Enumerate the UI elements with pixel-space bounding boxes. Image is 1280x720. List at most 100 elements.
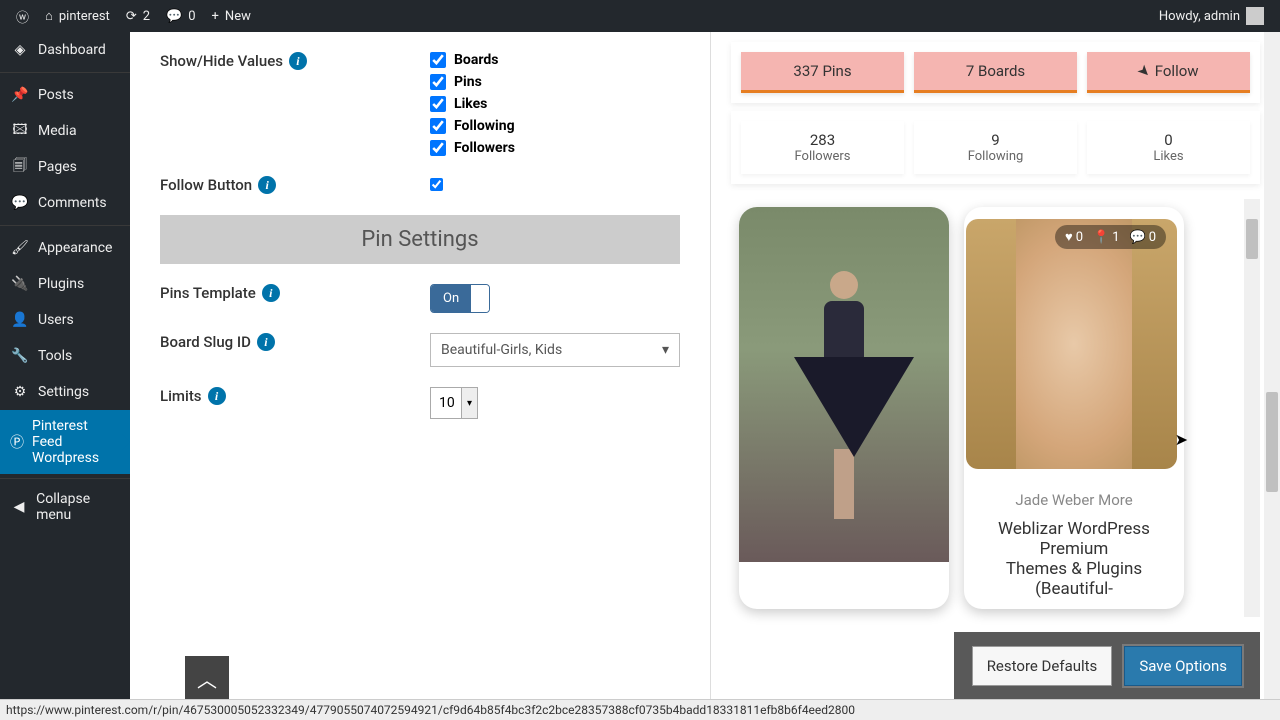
info-icon[interactable]: i: [208, 387, 226, 405]
pin-hearts: ♥0: [1065, 229, 1083, 245]
preview-scrollbar[interactable]: [1244, 199, 1260, 617]
stat-pins[interactable]: 337 Pins: [741, 52, 904, 93]
collapse-icon: ◀: [10, 497, 28, 517]
comment-icon: 💬: [166, 9, 182, 24]
save-options-button[interactable]: Save Options: [1124, 646, 1242, 686]
menu-pinterest-feed[interactable]: ⓅPinterest Feed Wordpress: [0, 410, 130, 474]
menu-users[interactable]: 👤Users: [0, 302, 130, 338]
pin-icon: 📍: [1093, 230, 1109, 245]
menu-comments[interactable]: 💬Comments: [0, 185, 130, 221]
pin-image-1: [739, 207, 949, 562]
pins-template-toggle[interactable]: On: [430, 284, 490, 313]
info-icon[interactable]: i: [289, 52, 307, 70]
menu-posts[interactable]: 📌Posts: [0, 77, 130, 113]
stat-followers: 283Followers: [741, 121, 904, 174]
info-icon[interactable]: i: [258, 176, 276, 194]
dashboard-icon: ◈: [10, 40, 30, 60]
limits-label: Limits: [160, 387, 202, 405]
menu-plugins[interactable]: 🔌Plugins: [0, 266, 130, 302]
plugins-icon: 🔌: [10, 274, 30, 294]
plus-icon: +: [212, 9, 219, 24]
avatar: [1246, 7, 1264, 25]
pin-description: Weblizar WordPress PremiumThemes & Plugi…: [964, 519, 1184, 609]
follow-button-label: Follow Button: [160, 176, 252, 194]
appearance-icon: 🖌: [10, 238, 30, 258]
checkbox-pins[interactable]: Pins: [430, 74, 515, 90]
collapse-menu[interactable]: ◀Collapse menu: [0, 483, 130, 531]
media-icon: 🖾: [10, 121, 30, 141]
checkbox-boards[interactable]: Boards: [430, 52, 515, 68]
board-slug-label: Board Slug ID: [160, 333, 251, 351]
my-account[interactable]: Howdy, admin: [1151, 0, 1272, 32]
stats-bottom-row: 283Followers 9Following 0Likes: [731, 111, 1260, 184]
menu-pages[interactable]: 🗐Pages: [0, 149, 130, 185]
follow-button-row: Follow Button i: [160, 176, 680, 195]
follow-button[interactable]: ➤ Follow: [1087, 52, 1250, 93]
footer-buttons: Restore Defaults Save Options: [954, 632, 1260, 700]
pins-template-label: Pins Template: [160, 284, 256, 302]
updates[interactable]: ⟳2: [118, 0, 158, 32]
restore-defaults-button[interactable]: Restore Defaults: [972, 646, 1113, 686]
comments-icon: 💬: [10, 193, 30, 213]
main-content: Show/Hide Values i Boards Pins Likes Foll…: [130, 32, 1280, 720]
menu-settings[interactable]: ⚙Settings: [0, 374, 130, 410]
pin-image-2: ♥0 📍1 💬0: [976, 219, 1172, 469]
follow-button-checkbox[interactable]: [430, 178, 443, 191]
show-hide-label: Show/Hide Values: [160, 52, 283, 70]
stat-boards[interactable]: 7 Boards: [914, 52, 1077, 93]
checkbox-following[interactable]: Following: [430, 118, 515, 134]
admin-sidebar: ◈Dashboard 📌Posts 🖾Media 🗐Pages 💬Comment…: [0, 32, 130, 720]
menu-dashboard[interactable]: ◈Dashboard: [0, 32, 130, 68]
pin-settings-header: Pin Settings: [160, 215, 680, 264]
pin-icon: 📌: [10, 85, 30, 105]
menu-appearance[interactable]: 🖌Appearance: [0, 230, 130, 266]
info-icon[interactable]: i: [257, 333, 275, 351]
chevron-down-icon: ▾: [662, 342, 669, 358]
settings-column: Show/Hide Values i Boards Pins Likes Foll…: [130, 32, 710, 720]
stats-top-row: 337 Pins 7 Boards ➤ Follow: [731, 42, 1260, 103]
new-content[interactable]: +New: [204, 0, 259, 32]
pin-card-2[interactable]: ♥0 📍1 💬0 Jade Weber More Weblizar WordPr…: [964, 207, 1184, 609]
settings-icon: ⚙: [10, 382, 30, 402]
tools-icon: 🔧: [10, 346, 30, 366]
show-hide-row: Show/Hide Values i Boards Pins Likes Foll…: [160, 52, 680, 156]
admin-bar: ⓦ ⌂pinterest ⟳2 💬0 +New Howdy, admin: [0, 0, 1280, 32]
limits-row: Limitsi ▾: [160, 387, 680, 419]
site-name[interactable]: ⌂pinterest: [37, 0, 118, 32]
admin-bar-left: ⓦ ⌂pinterest ⟳2 💬0 +New: [8, 0, 259, 32]
refresh-icon: ⟳: [126, 9, 137, 24]
pins-area: ♥0 📍1 💬0 Jade Weber More Weblizar WordPr…: [731, 199, 1260, 617]
wordpress-icon: ⓦ: [16, 7, 29, 26]
pin-stats-overlay: ♥0 📍1 💬0: [1055, 225, 1166, 249]
paper-plane-icon: ➤: [1134, 60, 1156, 82]
pins-template-row: Pins Template i On: [160, 284, 680, 313]
comment-icon: 💬: [1130, 230, 1146, 245]
pin-repins: 📍1: [1093, 229, 1120, 245]
spinner-arrows-icon[interactable]: ▾: [461, 388, 477, 418]
checkbox-followers[interactable]: Followers: [430, 140, 515, 156]
checkbox-likes[interactable]: Likes: [430, 96, 515, 112]
page-scrollbar[interactable]: [1264, 32, 1280, 700]
preview-column: 337 Pins 7 Boards ➤ Follow 283Followers …: [710, 32, 1280, 720]
chevron-up-icon: ︿: [197, 664, 217, 693]
scroll-to-top-button[interactable]: ︿: [185, 656, 229, 700]
board-slug-row: Board Slug ID i Beautiful-Girls, Kids▾: [160, 333, 680, 367]
comments-count[interactable]: 💬0: [158, 0, 204, 32]
stat-following: 9Following: [914, 121, 1077, 174]
admin-bar-right: Howdy, admin: [1151, 0, 1272, 32]
heart-icon: ♥: [1065, 229, 1073, 245]
menu-media[interactable]: 🖾Media: [0, 113, 130, 149]
stat-likes: 0Likes: [1087, 121, 1250, 174]
menu-tools[interactable]: 🔧Tools: [0, 338, 130, 374]
pin-card-1[interactable]: [739, 207, 949, 609]
pages-icon: 🗐: [10, 157, 30, 177]
limits-spinner[interactable]: ▾: [430, 387, 478, 419]
pinterest-icon: Ⓟ: [10, 432, 24, 452]
board-slug-select[interactable]: Beautiful-Girls, Kids▾: [430, 333, 680, 367]
pin-comments: 💬0: [1130, 229, 1157, 245]
limits-input[interactable]: [431, 389, 461, 417]
home-icon: ⌂: [45, 8, 53, 24]
info-icon[interactable]: i: [262, 284, 280, 302]
users-icon: 👤: [10, 310, 30, 330]
wp-logo[interactable]: ⓦ: [8, 0, 37, 32]
